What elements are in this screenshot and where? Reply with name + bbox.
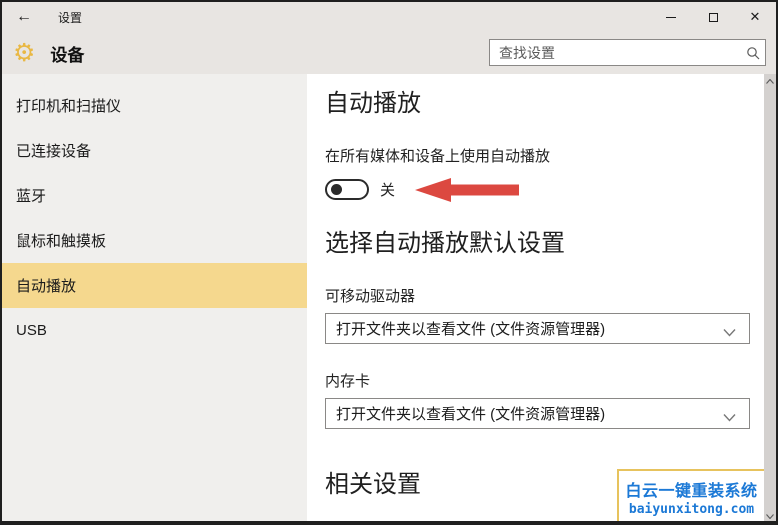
scroll-down-icon[interactable]	[764, 509, 776, 521]
close-button[interactable]: ✕	[734, 2, 776, 32]
sidebar-item-printers-scanners[interactable]: 打印机和扫描仪	[2, 83, 307, 128]
sidebar-item-mouse-touchpad[interactable]: 鼠标和触摸板	[2, 218, 307, 263]
page-header: ⚙ 设备	[2, 32, 776, 74]
memory-card-select[interactable]: 打开文件夹以查看文件 (文件资源管理器)	[325, 397, 750, 429]
chevron-down-icon	[723, 324, 736, 341]
search-input[interactable]	[490, 44, 741, 61]
maximize-button[interactable]	[692, 2, 734, 32]
toggle-state-label: 关	[380, 182, 396, 200]
sidebar-item-bluetooth[interactable]: 蓝牙	[2, 173, 307, 218]
sidebar-item-connected-devices[interactable]: 已连接设备	[2, 128, 307, 173]
removable-drive-label: 可移动驱动器	[325, 287, 416, 305]
back-button[interactable]: ←	[4, 8, 44, 26]
sidebar-item-autoplay[interactable]: 自动播放	[2, 263, 307, 308]
scroll-up-icon[interactable]	[764, 74, 776, 88]
search-icon[interactable]	[741, 46, 765, 60]
app-body: 打印机和扫描仪 已连接设备 蓝牙 鼠标和触摸板 自动播放 USB 自动播放 在所…	[2, 74, 776, 521]
gear-icon: ⚙	[13, 38, 36, 67]
memory-card-value: 打开文件夹以查看文件 (文件资源管理器)	[336, 405, 606, 423]
watermark-title: 白云一键重装系统	[625, 483, 758, 500]
page-title: 设备	[50, 45, 85, 65]
autoplay-defaults-heading: 选择自动播放默认设置	[325, 229, 565, 257]
autoplay-toggle[interactable]	[325, 179, 369, 201]
sidebar: 打印机和扫描仪 已连接设备 蓝牙 鼠标和触摸板 自动播放 USB	[2, 74, 307, 521]
watermark-url: baiyunxitong.com	[628, 502, 755, 517]
chevron-down-icon	[723, 409, 736, 426]
settings-window: ← 设置 ✕ ⚙ 设备 查找设置 打印机和扫描仪 已连接设备 蓝牙 鼠标和触摸板…	[0, 0, 778, 525]
watermark-badge: 白云一键重装系统 baiyunxitong.com	[617, 469, 764, 521]
close-icon: ✕	[749, 9, 761, 24]
search-box[interactable]	[489, 39, 766, 66]
autoplay-toggle-row: 关	[325, 177, 776, 203]
title-bar: ← 设置 ✕	[2, 2, 776, 32]
back-arrow-icon: ←	[16, 8, 32, 25]
maximize-icon	[708, 12, 718, 22]
removable-drive-value: 打开文件夹以查看文件 (文件资源管理器)	[336, 320, 606, 338]
window-controls: ✕	[650, 2, 776, 32]
minimize-button[interactable]	[650, 2, 692, 32]
removable-drive-select[interactable]: 打开文件夹以查看文件 (文件资源管理器)	[325, 312, 750, 344]
main-content: 自动播放 在所有媒体和设备上使用自动播放 关 选择自动播放默认设置 可移动驱动器…	[307, 74, 776, 521]
sidebar-item-usb[interactable]: USB	[2, 308, 307, 353]
autoplay-heading: 自动播放	[325, 90, 421, 117]
autoplay-description: 在所有媒体和设备上使用自动播放	[325, 147, 551, 165]
window-title: 设置	[58, 10, 83, 25]
minimize-icon	[666, 16, 676, 18]
toggle-knob	[331, 184, 342, 196]
vertical-scrollbar[interactable]	[764, 74, 776, 521]
memory-card-label: 内存卡	[325, 372, 371, 390]
red-arrow-annotation	[415, 177, 520, 202]
